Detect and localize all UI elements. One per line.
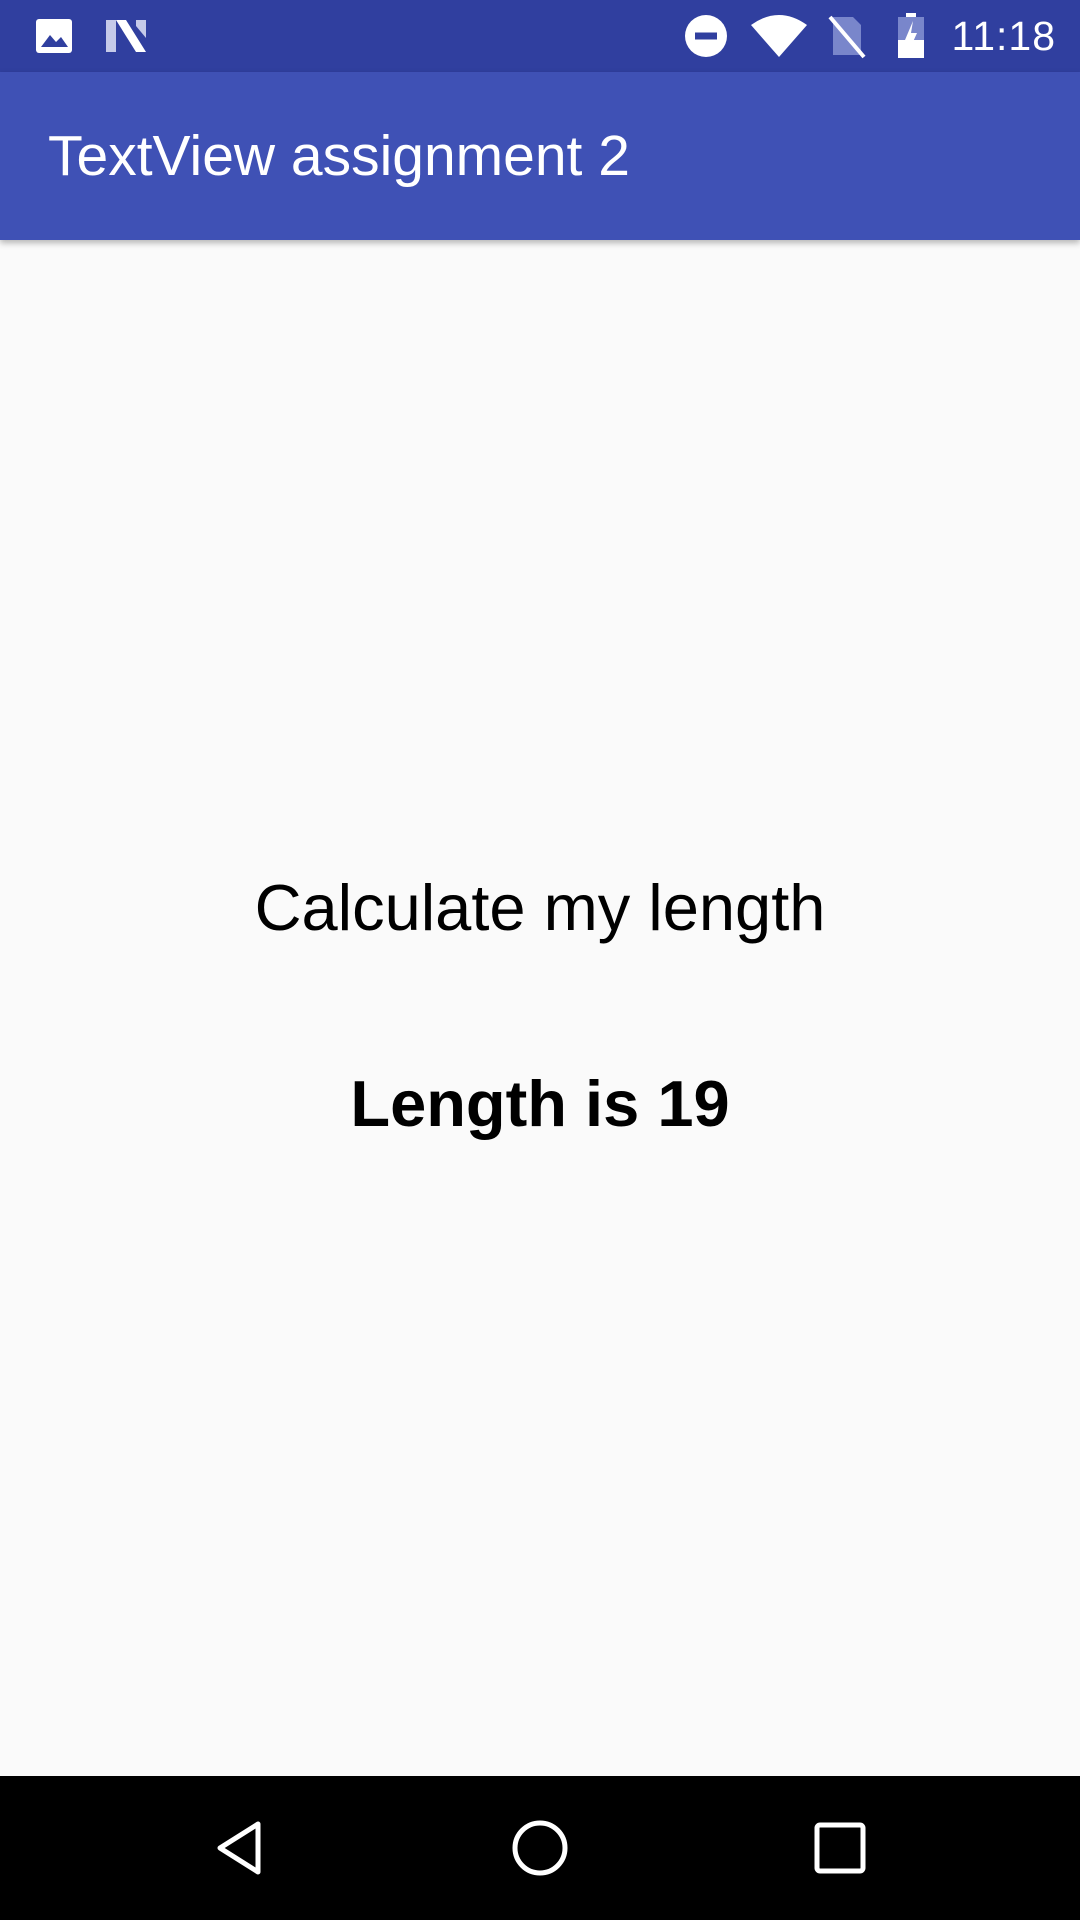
- do-not-disturb-icon: [685, 15, 728, 57]
- image-notification-icon: [36, 19, 72, 53]
- status-bar: 11:18: [0, 0, 1080, 72]
- status-bar-system-icons: 11:18: [683, 10, 1056, 62]
- navigation-bar: [0, 1776, 1080, 1920]
- length-result-text-view: Length is 19: [350, 1067, 730, 1140]
- back-icon: [217, 1821, 261, 1875]
- screen: 11:18 TextView assignment 2 Calculate my…: [0, 0, 1080, 1920]
- no-sim-icon: [828, 15, 866, 59]
- home-icon: [512, 1820, 568, 1876]
- recents-icon: [814, 1822, 866, 1874]
- battery-charging-icon: [898, 13, 925, 58]
- status-bar-notifications: [34, 14, 148, 58]
- back-button[interactable]: [140, 1776, 340, 1920]
- main-content: Calculate my length Length is 19: [0, 240, 1080, 1776]
- input-text-view: Calculate my length: [254, 871, 826, 944]
- recents-button[interactable]: [740, 1776, 940, 1920]
- wifi-icon: [751, 15, 808, 57]
- n-notification-icon: [106, 20, 146, 52]
- app-bar: TextView assignment 2: [0, 72, 1080, 240]
- status-bar-time: 11:18: [951, 12, 1056, 59]
- app-title: TextView assignment 2: [48, 124, 630, 188]
- home-button[interactable]: [440, 1776, 640, 1920]
